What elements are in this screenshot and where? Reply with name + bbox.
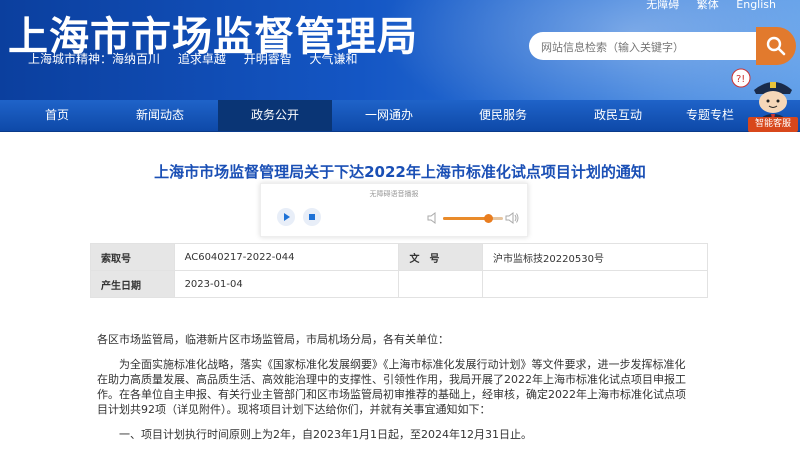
stop-icon [309,214,315,220]
nav-home[interactable]: 首页 [0,100,114,131]
document-title: 上海市市场监督管理局关于下达2022年上海市标准化试点项目计划的通知 [154,163,646,181]
volume-fill [443,217,488,220]
meta-empty-cell [398,270,484,298]
volume-low-icon [427,212,436,224]
date-label: 产生日期 [90,270,175,298]
top-links: 无障碍 繁体 English [632,0,776,12]
site-header: 上海市市场监督管理局 上海城市精神：海纳百川 追求卓越 开明睿智 大气谦和 无障… [0,0,800,100]
document-meta-table: 索取号 AC6040217-2022-044 文 号 沪市监标技20220530… [90,243,708,298]
play-icon [284,213,290,221]
spirit-text: 上海城市精神：海纳百川 [28,52,161,66]
spirit-text: 大气谦和 [309,52,358,66]
body-paragraph: 为全面实施标准化战略，落实《国家标准化发展纲要》《上海市标准化发展行动计划》等文… [97,358,686,416]
audio-player: 无障碍语音播报 [260,183,528,237]
body-item: 一、项目计划执行时间原则上为2年，自2023年1月1日起，至2024年12月31… [119,428,532,441]
nav-news[interactable]: 新闻动态 [103,100,217,131]
accessibility-link[interactable]: 无障碍 [646,0,679,11]
spirit-text: 开明睿智 [243,52,292,66]
search-box [529,32,756,62]
volume-knob[interactable] [484,214,493,223]
search-icon [766,36,786,56]
nav-gov-info[interactable]: 政务公开 [218,100,332,131]
spirit-text: 追求卓越 [177,52,226,66]
nav-one-stop[interactable]: 一网通办 [332,100,446,131]
meta-row: 产生日期 2023-01-04 [90,270,708,298]
volume-high-icon [505,212,519,224]
document-body: 各区市场监管局，临港新片区市场监管局，市局机场分局，各有关单位： 为全面实施标准… [97,332,695,442]
volume-slider[interactable] [443,214,503,223]
traditional-chinese-link[interactable]: 繁体 [697,0,719,11]
player-caption: 无障碍语音播报 [369,190,419,198]
search-button[interactable] [756,27,796,65]
city-spirit: 上海城市精神：海纳百川 追求卓越 开明睿智 大气谦和 [28,50,372,67]
stop-button[interactable] [303,208,321,226]
meta-empty-cell [482,270,708,298]
main-nav: 首页 新闻动态 政务公开 一网通办 便民服务 政民互动 专题专栏 [0,100,800,132]
index-value: AC6040217-2022-044 [173,243,400,271]
date-value: 2023-01-04 [173,270,400,298]
docno-value: 沪市监标技20220530号 [482,243,708,271]
smart-service-label[interactable]: 智能客服 [748,117,798,132]
english-link[interactable]: English [736,0,776,11]
salutation: 各区市场监管局，临港新片区市场监管局，市局机场分局，各有关单位： [97,333,449,346]
docno-label: 文 号 [398,243,484,271]
nav-interaction[interactable]: 政民互动 [561,100,675,131]
search-input[interactable] [529,32,743,62]
nav-services[interactable]: 便民服务 [446,100,560,131]
meta-row: 索取号 AC6040217-2022-044 文 号 沪市监标技20220530… [90,243,708,271]
play-button[interactable] [277,208,295,226]
svg-text:?!: ?! [736,74,745,85]
index-label: 索取号 [90,243,175,271]
